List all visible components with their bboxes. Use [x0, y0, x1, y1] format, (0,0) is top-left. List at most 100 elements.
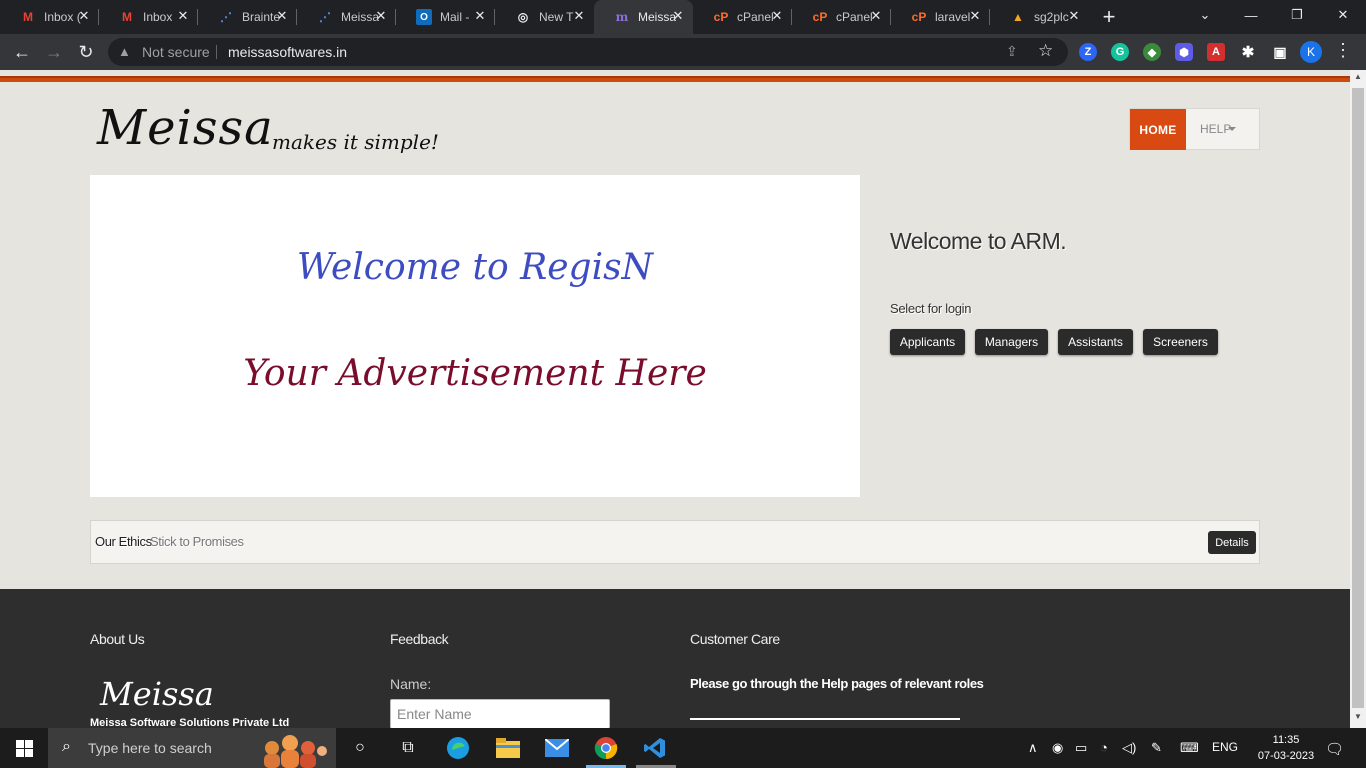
scroll-down-icon[interactable]: ▼	[1352, 712, 1364, 724]
company-name: Meissa Software Solutions Private Ltd	[90, 717, 290, 728]
sg2plc-icon: ▲	[1012, 10, 1024, 24]
ad-welcome-text: Welcome to RegisN	[296, 247, 654, 288]
forward-icon[interactable]: →	[42, 40, 66, 64]
file-explorer-icon[interactable]	[496, 736, 520, 760]
grammarly-extension-icon[interactable]: G	[1111, 43, 1129, 61]
meissa-icon: ⅿ	[615, 10, 629, 24]
hexagon-extension-icon[interactable]: ⬢	[1175, 43, 1193, 61]
cortana-icon[interactable]: ○	[348, 736, 372, 760]
site-logo[interactable]: Meissa	[97, 100, 274, 156]
close-icon[interactable]: ✕	[473, 9, 487, 23]
tab-meissa-braintree[interactable]: ⋰ Meissa ✕	[297, 0, 396, 34]
puzzle-extensions-icon[interactable]: ✱	[1239, 43, 1257, 61]
braintree-icon: ⋰	[220, 10, 232, 24]
profile-avatar[interactable]: K	[1300, 41, 1322, 63]
vscode-logo-icon	[644, 738, 665, 758]
task-view-icon[interactable]: ⧉	[396, 736, 420, 760]
tab-cpanel-1[interactable]: cP cPanel ✕	[693, 0, 792, 34]
tab-laravel[interactable]: cP laravel ✕	[891, 0, 990, 34]
tab-gmail-inbox-2[interactable]: M Inbox ✕	[99, 0, 198, 34]
assistants-button[interactable]: Assistants	[1058, 329, 1133, 355]
search-placeholder: Type here to search	[88, 740, 212, 756]
tab-strip: M Inbox ( ✕ M Inbox ✕ ⋰ Brainte ✕ ⋰ Meis…	[0, 0, 1366, 34]
taskbar-search[interactable]: ⌕ Type here to search	[48, 728, 336, 768]
window-close-icon[interactable]: ✕	[1320, 0, 1366, 30]
nav-help-link[interactable]: HELP	[1200, 122, 1231, 136]
nav-home-link[interactable]: HOME	[1130, 109, 1186, 150]
managers-button[interactable]: Managers	[975, 329, 1048, 355]
security-label[interactable]: Not secure	[142, 44, 210, 60]
chrome-menu-icon[interactable]: ⋮	[1334, 40, 1352, 61]
ad-promo-text: Your Advertisement Here	[243, 353, 707, 394]
reload-icon[interactable]: ↻	[74, 40, 98, 64]
close-icon[interactable]: ✕	[374, 9, 388, 23]
ethics-motto: Stick to Promises	[150, 534, 244, 549]
zoom-extension-icon[interactable]: Z	[1079, 43, 1097, 61]
ethics-label: Our Ethics	[95, 534, 152, 549]
notifications-icon[interactable]: 🗨	[1325, 740, 1344, 758]
braintree-icon: ⋰	[319, 10, 331, 24]
browser-toolbar: ← → ↻ ▲ Not secure meissasoftwares.in ⇪ …	[0, 34, 1366, 70]
tab-outlook-mail[interactable]: O Mail - ✕	[396, 0, 495, 34]
search-highlight-art-icon	[264, 735, 327, 768]
edge-logo-icon	[447, 737, 469, 759]
pdf-extension-icon[interactable]: A	[1207, 43, 1225, 61]
share-icon[interactable]: ⇪	[1006, 43, 1018, 60]
details-button[interactable]: Details	[1208, 531, 1256, 554]
volume-icon[interactable]: ◁)	[1122, 740, 1136, 756]
screeners-button[interactable]: Screeners	[1143, 329, 1218, 355]
windows-start-button[interactable]	[0, 728, 48, 768]
pen-icon[interactable]: ✎	[1151, 740, 1162, 756]
close-icon[interactable]: ✕	[1067, 9, 1081, 23]
scrollbar-thumb[interactable]	[1352, 88, 1364, 708]
battery-icon[interactable]: ▭	[1075, 740, 1087, 756]
restore-icon[interactable]: ❐	[1274, 0, 1320, 30]
url-text[interactable]: meissasoftwares.in	[228, 44, 347, 60]
chrome-icon: ◎	[517, 10, 529, 24]
vscode-icon[interactable]	[643, 736, 667, 760]
name-input[interactable]	[390, 699, 610, 728]
applicants-button[interactable]: Applicants	[890, 329, 965, 355]
close-icon[interactable]: ✕	[770, 9, 784, 23]
chrome-taskbar-icon[interactable]	[594, 736, 618, 760]
new-tab-button[interactable]: +	[1089, 0, 1129, 34]
close-icon[interactable]: ✕	[671, 9, 685, 23]
mail-app-icon[interactable]	[545, 736, 569, 760]
tab-new-tab[interactable]: ◎ New T ✕	[495, 0, 594, 34]
close-icon[interactable]: ✕	[77, 9, 91, 23]
minimize-icon[interactable]: —	[1228, 0, 1274, 30]
chevron-down-icon[interactable]	[1228, 127, 1236, 131]
edge-icon[interactable]	[446, 736, 470, 760]
chevron-up-icon[interactable]: ∧	[1028, 740, 1038, 756]
tab-cpanel-2[interactable]: cP cPanel ✕	[792, 0, 891, 34]
language-indicator[interactable]: ENG	[1212, 740, 1238, 754]
tab-search-icon[interactable]: ⌄	[1182, 0, 1228, 30]
feedback-heading: Feedback	[390, 631, 449, 647]
tab-gmail-inbox-1[interactable]: M Inbox ( ✕	[0, 0, 99, 34]
keyboard-icon[interactable]: ⌨	[1180, 740, 1199, 756]
camera-icon[interactable]: ◉	[1052, 740, 1063, 756]
warning-icon[interactable]: ▲	[118, 44, 131, 59]
address-bar[interactable]: ▲ Not secure meissasoftwares.in ⇪ ☆	[108, 38, 1068, 66]
close-icon[interactable]: ✕	[275, 9, 289, 23]
bookmark-star-icon[interactable]: ☆	[1038, 41, 1053, 61]
cpanel-icon: cP	[713, 10, 729, 24]
tab-braintree[interactable]: ⋰ Brainte ✕	[198, 0, 297, 34]
omnibox-divider	[216, 45, 217, 59]
side-panel-icon[interactable]: ▣	[1271, 43, 1289, 61]
cpanel-icon: cP	[812, 10, 828, 24]
scroll-up-icon[interactable]: ▲	[1352, 72, 1364, 84]
top-accent-bar	[0, 76, 1350, 82]
envelope-icon	[545, 739, 569, 757]
back-icon[interactable]: ←	[10, 40, 34, 64]
close-icon[interactable]: ✕	[572, 9, 586, 23]
close-icon[interactable]: ✕	[869, 9, 883, 23]
tab-meissa-active[interactable]: ⅿ Meissa ✕	[594, 0, 693, 34]
close-icon[interactable]: ✕	[176, 9, 190, 23]
tab-sg2plc[interactable]: ▲ sg2plc ✕	[990, 0, 1089, 34]
colorful-extension-icon[interactable]: ◆	[1143, 43, 1161, 61]
close-icon[interactable]: ✕	[968, 9, 982, 23]
taskbar-clock[interactable]: 11:35 07-03-2023	[1256, 732, 1316, 764]
wifi-icon[interactable]: ◔	[1100, 740, 1108, 755]
gmail-icon: M	[122, 10, 132, 24]
